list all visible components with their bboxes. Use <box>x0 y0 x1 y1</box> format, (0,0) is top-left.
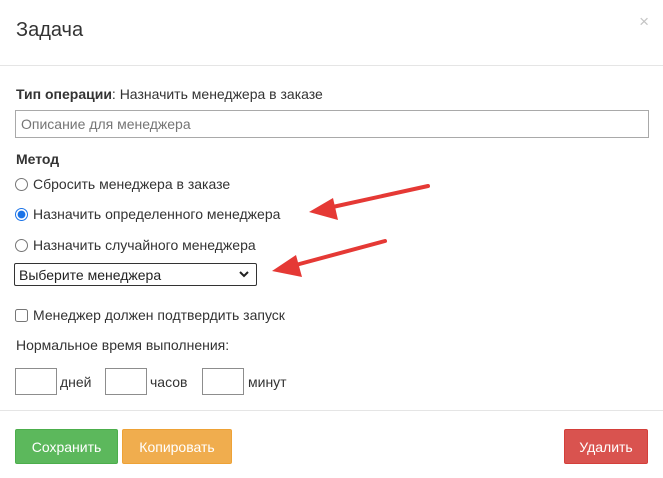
delete-button[interactable]: Удалить <box>564 429 648 464</box>
description-input[interactable] <box>15 110 649 138</box>
hours-unit: часов <box>150 374 188 390</box>
manager-select-value: Выберите менеджера <box>19 266 162 283</box>
close-icon[interactable]: × <box>639 13 649 30</box>
method-option-label: Сбросить менеджера в заказе <box>33 176 231 192</box>
radio-reset[interactable] <box>15 177 28 191</box>
annotation-arrow-2 <box>272 239 387 277</box>
save-button[interactable]: Сохранить <box>15 429 118 464</box>
modal-header: Задача × <box>0 0 663 66</box>
minutes-unit: минут <box>248 374 287 390</box>
operation-type-label: Тип операции <box>16 86 112 102</box>
method-option-label: Назначить определенного менеджера <box>33 206 281 222</box>
modal-title: Задача <box>16 19 84 41</box>
chevron-down-icon <box>239 271 249 278</box>
annotation-arrow-1 <box>309 184 430 220</box>
days-unit: дней <box>60 374 92 390</box>
copy-button[interactable]: Копировать <box>122 429 232 464</box>
radio-random[interactable] <box>15 238 28 252</box>
confirm-launch-checkbox-row[interactable]: Менеджер должен подтвердить запуск <box>14 307 285 323</box>
hours-input[interactable] <box>105 368 147 395</box>
footer-divider <box>0 410 663 411</box>
method-option-reset[interactable]: Сбросить менеджера в заказе <box>14 176 230 192</box>
radio-specific[interactable] <box>15 207 28 221</box>
method-option-specific[interactable]: Назначить определенного менеджера <box>14 206 280 222</box>
method-option-random[interactable]: Назначить случайного менеджера <box>14 237 256 253</box>
confirm-launch-label: Менеджер должен подтвердить запуск <box>33 307 285 323</box>
operation-type: Тип операции: Назначить менеджера в зака… <box>16 86 323 102</box>
confirm-launch-checkbox[interactable] <box>15 308 28 322</box>
method-option-label: Назначить случайного менеджера <box>33 237 256 253</box>
operation-type-value: : Назначить менеджера в заказе <box>111 86 323 102</box>
manager-select[interactable]: Выберите менеджера <box>14 263 257 286</box>
method-label: Метод <box>16 151 60 167</box>
normal-time-label: Нормальное время выполнения: <box>16 337 230 353</box>
days-input[interactable] <box>15 368 57 395</box>
minutes-input[interactable] <box>202 368 244 395</box>
